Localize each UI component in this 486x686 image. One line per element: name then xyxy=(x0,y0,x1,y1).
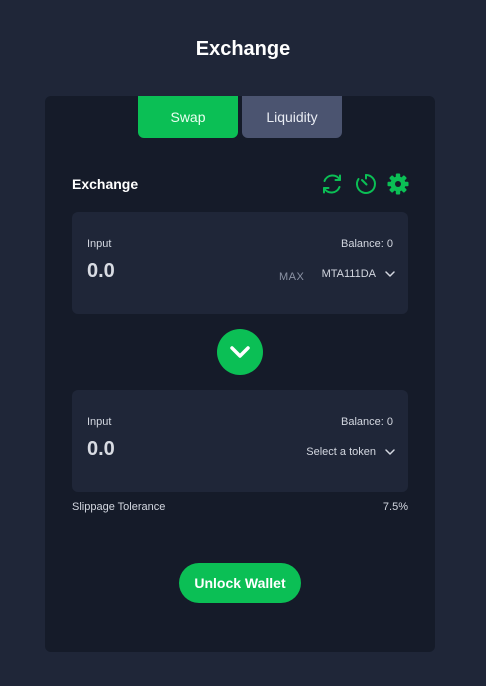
slippage-value: 7.5% xyxy=(382,501,408,513)
page-title: Exchange xyxy=(195,38,291,60)
output-label: Input xyxy=(87,416,112,428)
refresh-icon[interactable] xyxy=(320,172,344,196)
input-balance: Balance: 0 xyxy=(341,238,393,250)
output-amount-field[interactable] xyxy=(87,438,237,461)
input-amount-field[interactable] xyxy=(87,260,237,283)
slippage-label: Slippage Tolerance xyxy=(72,501,166,513)
tab-swap[interactable]: Swap xyxy=(138,96,238,138)
settings-gear-icon[interactable] xyxy=(386,172,410,196)
output-balance: Balance: 0 xyxy=(341,416,393,428)
exchange-card: Swap Liquidity Exchange Input Balance: 0… xyxy=(45,96,435,652)
max-button[interactable]: MAX xyxy=(279,271,304,283)
timer-icon[interactable] xyxy=(354,172,378,196)
chevron-down-icon xyxy=(385,449,395,455)
chevron-down-icon xyxy=(230,346,250,358)
swap-direction-button[interactable] xyxy=(217,329,263,375)
unlock-wallet-button[interactable]: Unlock Wallet xyxy=(179,563,301,603)
output-panel: Input Balance: 0 Select a token xyxy=(72,390,408,492)
chevron-down-icon xyxy=(385,271,395,277)
tab-liquidity[interactable]: Liquidity xyxy=(242,96,342,138)
output-token-label: Select a token xyxy=(306,446,376,458)
output-token-select[interactable]: Select a token xyxy=(306,446,396,458)
input-token-select[interactable]: MTA111DA xyxy=(322,268,396,280)
input-panel: Input Balance: 0 MAX MTA111DA xyxy=(72,212,408,314)
exchange-section-title: Exchange xyxy=(72,176,139,192)
input-token-label: MTA111DA xyxy=(321,268,376,280)
input-label: Input xyxy=(87,238,112,250)
